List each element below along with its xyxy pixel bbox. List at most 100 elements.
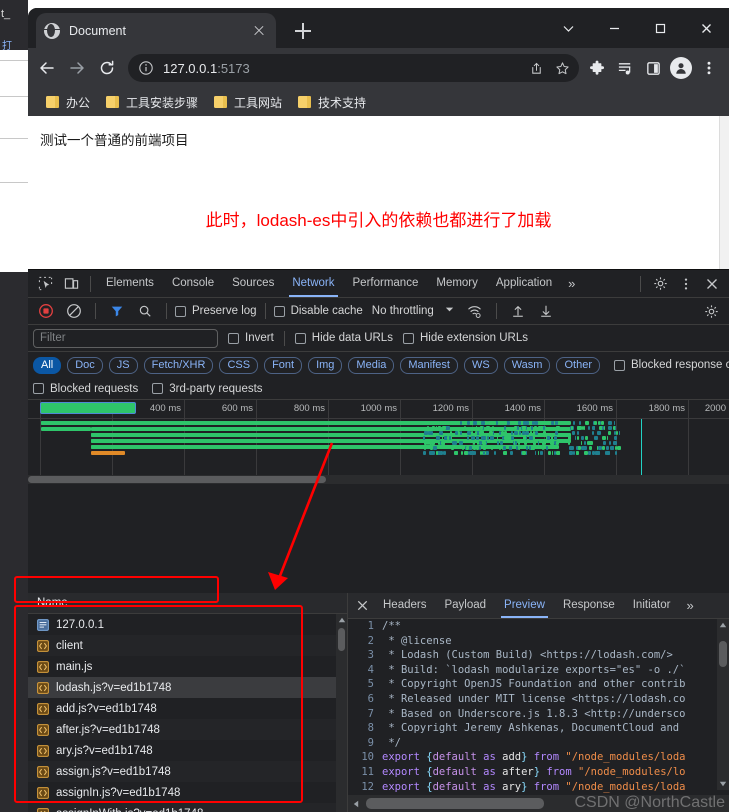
type-filter-ws[interactable]: WS xyxy=(464,357,498,374)
request-row[interactable]: lodash.js?v=ed1b1748 xyxy=(28,677,347,698)
request-row[interactable]: add.js?v=ed1b1748 xyxy=(28,698,347,719)
request-row[interactable]: assign.js?v=ed1b1748 xyxy=(28,761,347,782)
star-icon[interactable] xyxy=(549,55,575,81)
minimize-icon[interactable] xyxy=(591,8,637,48)
scroll-left-arrow-icon[interactable] xyxy=(350,798,361,809)
tab-console[interactable]: Console xyxy=(163,271,223,296)
hide-data-urls-checkbox[interactable]: Hide data URLs xyxy=(295,332,393,344)
request-row[interactable]: 127.0.0.1 xyxy=(28,614,347,635)
bookmark-item-1[interactable]: 工具安装步骤 xyxy=(100,92,204,113)
scroll-up-arrow-icon[interactable] xyxy=(336,614,347,626)
type-filter-media[interactable]: Media xyxy=(348,357,394,374)
request-row[interactable]: assignInWith.js?v=ed1b1748 xyxy=(28,803,347,812)
detail-tab-preview[interactable]: Preview xyxy=(495,594,554,617)
close-window-icon[interactable] xyxy=(683,8,729,48)
request-row[interactable]: assignIn.js?v=ed1b1748 xyxy=(28,782,347,803)
tab-elements[interactable]: Elements xyxy=(97,271,163,296)
avatar[interactable] xyxy=(670,57,692,79)
throttling-select[interactable]: No throttling xyxy=(372,305,434,317)
blocked-response-cookies-checkbox[interactable]: Blocked response cookies xyxy=(614,359,729,371)
type-filter-doc[interactable]: Doc xyxy=(67,357,103,374)
request-list-scrollbar[interactable] xyxy=(336,614,347,812)
forward-arrow-icon[interactable] xyxy=(62,53,92,83)
capture-settings-gear-icon[interactable] xyxy=(698,299,724,323)
disable-cache-checkbox[interactable]: Disable cache xyxy=(274,305,363,317)
timeline-selection[interactable] xyxy=(40,402,136,414)
new-tab-button[interactable] xyxy=(290,19,316,43)
detail-tab-initiator[interactable]: Initiator xyxy=(624,594,680,617)
preview-code-viewer[interactable]: 1/** 2 * @license 3 * Lodash (Custom Build… xyxy=(348,619,729,812)
type-filter-js[interactable]: JS xyxy=(109,357,138,374)
scrollbar-thumb[interactable] xyxy=(719,641,727,667)
funnel-icon[interactable] xyxy=(104,299,130,323)
tab-performance[interactable]: Performance xyxy=(344,271,428,296)
blocked-requests-checkbox[interactable]: Blocked requests xyxy=(33,383,138,395)
device-toolbar-icon[interactable] xyxy=(58,272,84,296)
timeline-hscrollbar[interactable] xyxy=(28,475,729,484)
share-icon[interactable] xyxy=(523,55,549,81)
request-row[interactable]: ary.js?v=ed1b1748 xyxy=(28,740,347,761)
more-detail-tabs-icon[interactable]: » xyxy=(679,598,699,613)
type-filter-wasm[interactable]: Wasm xyxy=(504,357,551,374)
close-icon[interactable] xyxy=(250,22,268,40)
tab-network[interactable]: Network xyxy=(283,271,343,296)
detail-tab-headers[interactable]: Headers xyxy=(374,594,435,617)
network-overview-timeline[interactable]: 200 ms 400 ms 600 ms 800 ms 1000 ms 1200… xyxy=(28,400,729,484)
scrollbar-thumb[interactable] xyxy=(338,628,345,651)
invert-checkbox[interactable]: Invert xyxy=(228,332,274,344)
chevron-down-icon[interactable] xyxy=(444,302,455,320)
network-conditions-icon[interactable] xyxy=(462,299,488,323)
upload-har-icon[interactable] xyxy=(505,299,531,323)
folder-icon xyxy=(298,96,311,108)
record-stop-icon[interactable] xyxy=(33,299,59,323)
puzzle-icon[interactable] xyxy=(583,54,611,82)
clear-icon[interactable] xyxy=(61,299,87,323)
bookmark-item-3[interactable]: 技术支持 xyxy=(292,92,372,113)
detail-tab-payload[interactable]: Payload xyxy=(435,594,495,617)
type-filter-img[interactable]: Img xyxy=(308,357,342,374)
close-devtools-icon[interactable] xyxy=(699,272,725,296)
preview-vscrollbar[interactable] xyxy=(717,619,729,790)
type-filter-manifest[interactable]: Manifest xyxy=(400,357,458,374)
detail-tab-response[interactable]: Response xyxy=(554,594,624,617)
type-filter-all[interactable]: All xyxy=(33,357,61,374)
back-arrow-icon[interactable] xyxy=(32,53,62,83)
request-row[interactable]: main.js xyxy=(28,656,347,677)
bookmark-item-0[interactable]: 办公 xyxy=(40,92,96,113)
minimize-to-tray-icon[interactable] xyxy=(545,8,591,48)
scroll-up-arrow-icon[interactable] xyxy=(717,619,729,631)
page-scrollbar[interactable] xyxy=(719,116,729,269)
reload-icon[interactable] xyxy=(92,53,122,83)
type-filter-font[interactable]: Font xyxy=(264,357,302,374)
reading-list-icon[interactable] xyxy=(611,54,639,82)
request-row[interactable]: after.js?v=ed1b1748 xyxy=(28,719,347,740)
download-har-icon[interactable] xyxy=(533,299,559,323)
hide-extension-urls-checkbox[interactable]: Hide extension URLs xyxy=(403,332,528,344)
filter-input[interactable] xyxy=(33,329,218,348)
three-dot-menu-icon[interactable] xyxy=(695,54,723,82)
gear-icon[interactable] xyxy=(647,272,673,296)
tab-memory[interactable]: Memory xyxy=(427,271,487,296)
type-filter-fetch-xhr[interactable]: Fetch/XHR xyxy=(144,357,214,374)
close-detail-icon[interactable] xyxy=(350,594,374,618)
scroll-down-arrow-icon[interactable] xyxy=(717,778,729,790)
maximize-icon[interactable] xyxy=(637,8,683,48)
browser-tab-document[interactable]: Document xyxy=(36,13,276,48)
three-dot-menu-icon[interactable] xyxy=(673,272,699,296)
bookmark-item-2[interactable]: 工具网站 xyxy=(208,92,288,113)
type-filter-other[interactable]: Other xyxy=(556,357,600,374)
type-filter-css[interactable]: CSS xyxy=(219,357,258,374)
side-panel-icon[interactable] xyxy=(639,54,667,82)
inspect-element-icon[interactable] xyxy=(32,272,58,296)
preview-hscrollbar[interactable] xyxy=(348,795,729,812)
scrollbar-thumb[interactable] xyxy=(366,798,544,809)
search-icon[interactable] xyxy=(132,299,158,323)
address-bar[interactable]: 127.0.0.1:5173 xyxy=(128,54,579,82)
more-tabs-icon[interactable]: » xyxy=(561,276,581,291)
tab-sources[interactable]: Sources xyxy=(223,271,283,296)
tab-application[interactable]: Application xyxy=(487,271,561,296)
preserve-log-checkbox[interactable]: Preserve log xyxy=(175,305,257,317)
request-row[interactable]: client xyxy=(28,635,347,656)
info-circle-icon[interactable] xyxy=(138,60,154,76)
third-party-requests-checkbox[interactable]: 3rd-party requests xyxy=(152,383,262,395)
